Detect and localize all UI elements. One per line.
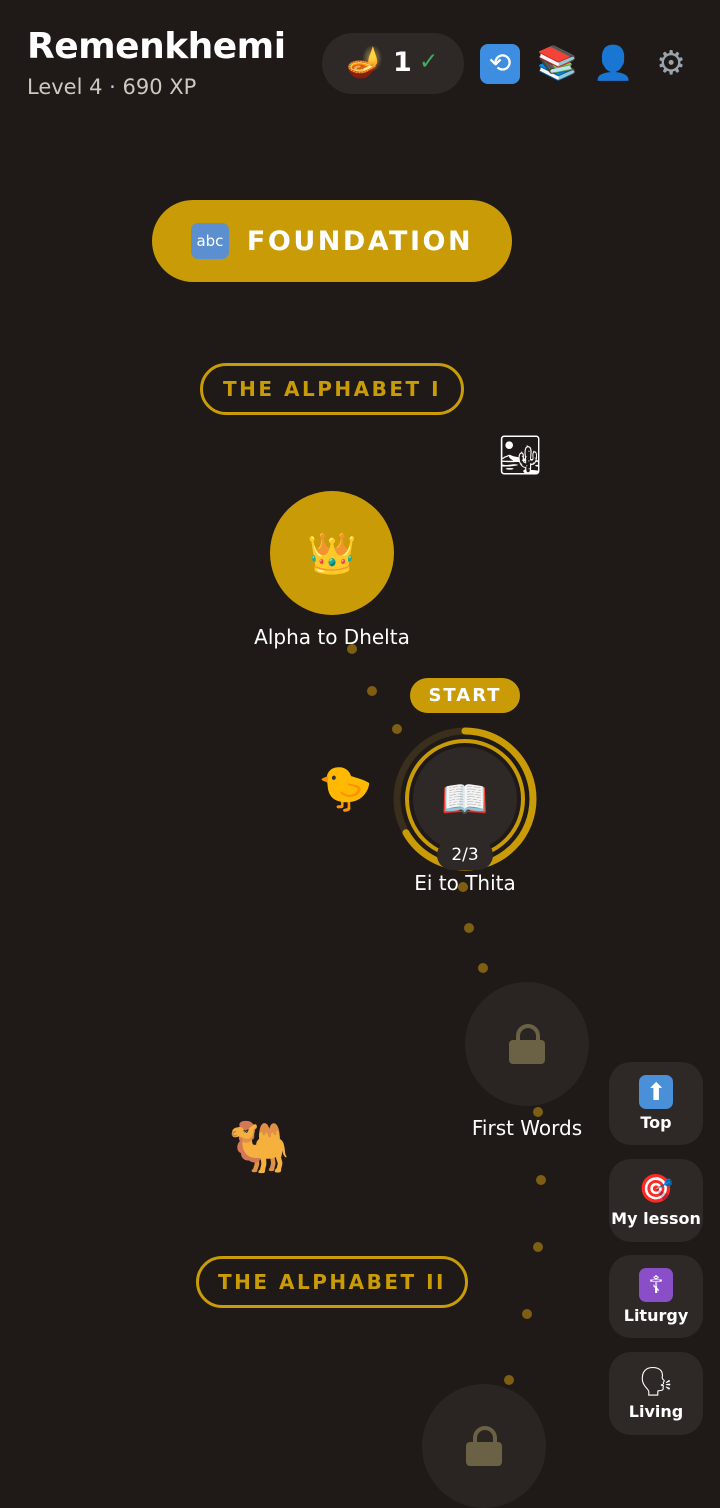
start-badge[interactable]: START — [410, 678, 520, 713]
open-book-icon: 📖 — [441, 776, 489, 821]
unit-foundation-button[interactable]: abc FOUNDATION — [152, 200, 512, 282]
path-dot — [464, 923, 474, 933]
settings-icon[interactable]: ⚙ — [650, 42, 692, 84]
app-title: Remenkhemi — [27, 26, 286, 67]
arrow-up-icon: ⬆ — [639, 1075, 673, 1109]
refresh-icon[interactable]: ⟲ — [480, 44, 520, 84]
lesson-node-ei-to-thita[interactable]: 📖 — [413, 747, 517, 851]
target-icon: 🎯 — [638, 1172, 674, 1205]
unit-label: FOUNDATION — [246, 225, 474, 257]
path-dot — [522, 1309, 532, 1319]
liturgy-button[interactable]: ☦ Liturgy — [609, 1255, 703, 1338]
path-dot — [504, 1375, 514, 1385]
camel-icon: 🐫 — [228, 1118, 291, 1176]
fab-label: Liturgy — [623, 1306, 689, 1325]
orthodox-cross-icon: ☦ — [639, 1268, 673, 1302]
lesson-progress: 2/3 — [437, 840, 493, 870]
my-lesson-button[interactable]: 🎯 My lesson — [609, 1159, 703, 1242]
speaking-head-icon: 🗣 — [638, 1365, 674, 1398]
desert-icon: 🏜 — [496, 433, 545, 477]
lesson-label: First Words — [471, 1116, 583, 1140]
fab-label: Living — [628, 1402, 684, 1421]
path-dot — [347, 644, 357, 654]
crown-icon: 👑 — [307, 530, 357, 577]
check-icon: ✓ — [419, 49, 439, 75]
fab-label: Top — [640, 1113, 672, 1132]
living-button[interactable]: 🗣 Living — [609, 1352, 703, 1435]
scroll-top-button[interactable]: ⬆ Top — [609, 1062, 703, 1145]
lesson-label: Alpha to Dhelta — [254, 625, 410, 649]
lesson-node-first-words[interactable] — [465, 982, 589, 1106]
fab-label: My lesson — [611, 1209, 701, 1228]
path-dot — [533, 1107, 543, 1117]
lock-icon — [466, 1426, 502, 1466]
abc-icon: abc — [190, 223, 229, 259]
path-dot — [367, 686, 377, 696]
streak-count: 1 — [393, 47, 412, 78]
profile-icon[interactable]: 👤 — [592, 42, 634, 84]
lesson-node-alpha-to-dhelta[interactable]: 👑 — [270, 491, 394, 615]
oil-lamp-icon: 🪔 — [346, 45, 384, 80]
path-dot — [536, 1175, 546, 1185]
lock-icon — [509, 1024, 545, 1064]
chick-mascot-icon[interactable]: 🐤 — [318, 764, 373, 814]
path-dot — [533, 1242, 543, 1252]
lesson-node-locked[interactable] — [422, 1384, 546, 1508]
books-icon[interactable]: 📚 — [536, 42, 578, 84]
section-alphabet-1[interactable]: THE ALPHABET I — [200, 363, 464, 415]
section-alphabet-2[interactable]: THE ALPHABET II — [196, 1256, 468, 1308]
path-dot — [458, 882, 468, 892]
level-xp-text: Level 4 · 690 XP — [27, 75, 197, 99]
path-dot — [478, 963, 488, 973]
